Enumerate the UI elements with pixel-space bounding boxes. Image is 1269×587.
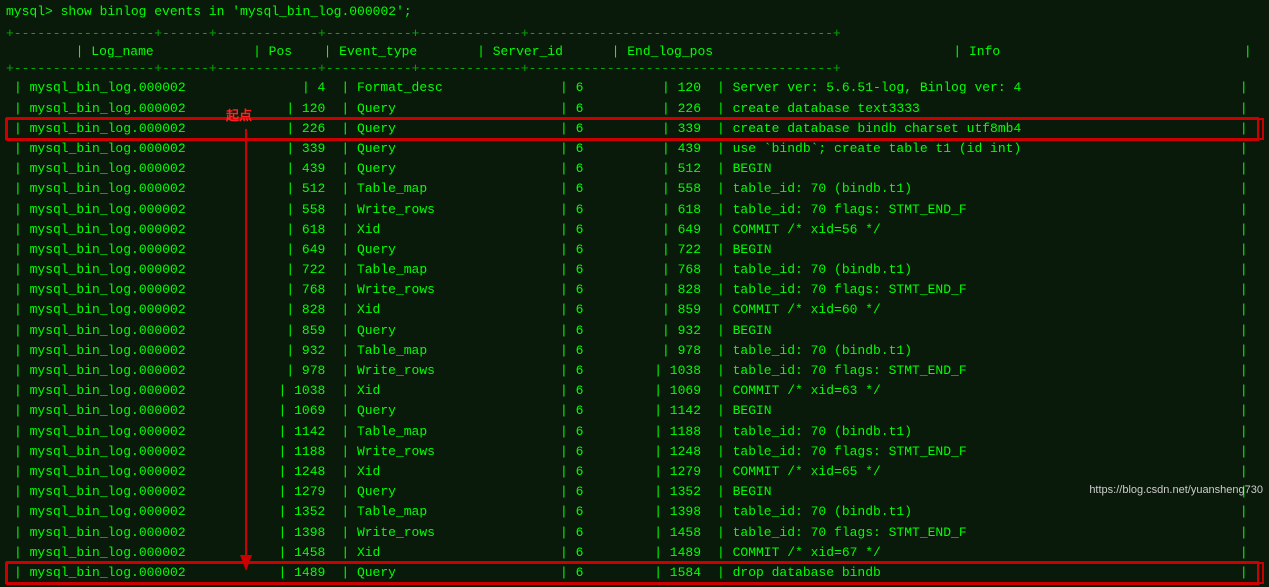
table-row: | mysql_bin_log.000002| 1188| Write_rows… [6, 442, 1263, 462]
table-row: | mysql_bin_log.000002| 649| Query| 6| 7… [6, 240, 1263, 260]
table-row: | mysql_bin_log.000002| 1279| Query| 6| … [6, 482, 1263, 502]
table-row: | mysql_bin_log.000002| 1458| Xid| 6| 14… [6, 543, 1263, 563]
col-header-endlogpos: | End_log_pos [571, 43, 721, 60]
table-container: +------------------+------+-------------… [6, 25, 1263, 583]
table-row: | mysql_bin_log.000002| 1038| Xid| 6| 10… [6, 381, 1263, 401]
col-header-info: | Info [721, 43, 1232, 60]
separator-top: +------------------+------+-------------… [6, 25, 1263, 43]
col-header-eventtype: | Event_type [300, 43, 441, 60]
table-row: | mysql_bin_log.000002| 932| Table_map| … [6, 341, 1263, 361]
data-rows-table: | mysql_bin_log.000002| 4| Format_desc| … [6, 78, 1263, 583]
table-row: | mysql_bin_log.000002| 1248| Xid| 6| 12… [6, 462, 1263, 482]
table-row: | mysql_bin_log.000002| 828| Xid| 6| 859… [6, 300, 1263, 320]
separator-mid: +------------------+------+-------------… [6, 60, 1263, 78]
table-row: | mysql_bin_log.000002| 859| Query| 6| 9… [6, 321, 1263, 341]
table-row: | mysql_bin_log.000002| 978| Write_rows|… [6, 361, 1263, 381]
command-line: mysql> show binlog events in 'mysql_bin_… [6, 4, 1263, 19]
table-row: | mysql_bin_log.000002| 4| Format_desc| … [6, 78, 1263, 98]
col-header-serverid: | Server_id [441, 43, 571, 60]
table-header-row: | Log_name | Pos | Event_type | Server_i… [6, 43, 1263, 60]
table-row: | mysql_bin_log.000002| 722| Table_map| … [6, 260, 1263, 280]
table-row: | mysql_bin_log.000002| 512| Table_map| … [6, 179, 1263, 199]
table-row: | mysql_bin_log.000002| 120| Query| 6| 2… [6, 99, 1263, 119]
table-row: | mysql_bin_log.000002| 226| Query| 6| 3… [6, 119, 1263, 139]
col-header-end: | [1233, 43, 1263, 60]
table-row: | mysql_bin_log.000002| 1489| Query| 6| … [6, 563, 1263, 583]
table-row: | mysql_bin_log.000002| 1352| Table_map|… [6, 502, 1263, 522]
table-row: | mysql_bin_log.000002| 1142| Table_map|… [6, 422, 1263, 442]
terminal: mysql> show binlog events in 'mysql_bin_… [0, 0, 1269, 587]
watermark: https://blog.csdn.net/yuansheng730 [1089, 484, 1263, 496]
data-table: | Log_name | Pos | Event_type | Server_i… [6, 43, 1263, 60]
table-row: | mysql_bin_log.000002| 618| Xid| 6| 649… [6, 220, 1263, 240]
table-row: | mysql_bin_log.000002| 1069| Query| 6| … [6, 401, 1263, 421]
table-row: | mysql_bin_log.000002| 339| Query| 6| 4… [6, 139, 1263, 159]
table-row: | mysql_bin_log.000002| 439| Query| 6| 5… [6, 159, 1263, 179]
col-header-pos: | Pos [223, 43, 300, 60]
table-row: | mysql_bin_log.000002| 1398| Write_rows… [6, 523, 1263, 543]
table-row: | mysql_bin_log.000002| 768| Write_rows|… [6, 280, 1263, 300]
end-label: 终点 [286, 585, 312, 587]
table-row: | mysql_bin_log.000002| 558| Write_rows|… [6, 200, 1263, 220]
col-header-logname: | Log_name [6, 43, 223, 60]
